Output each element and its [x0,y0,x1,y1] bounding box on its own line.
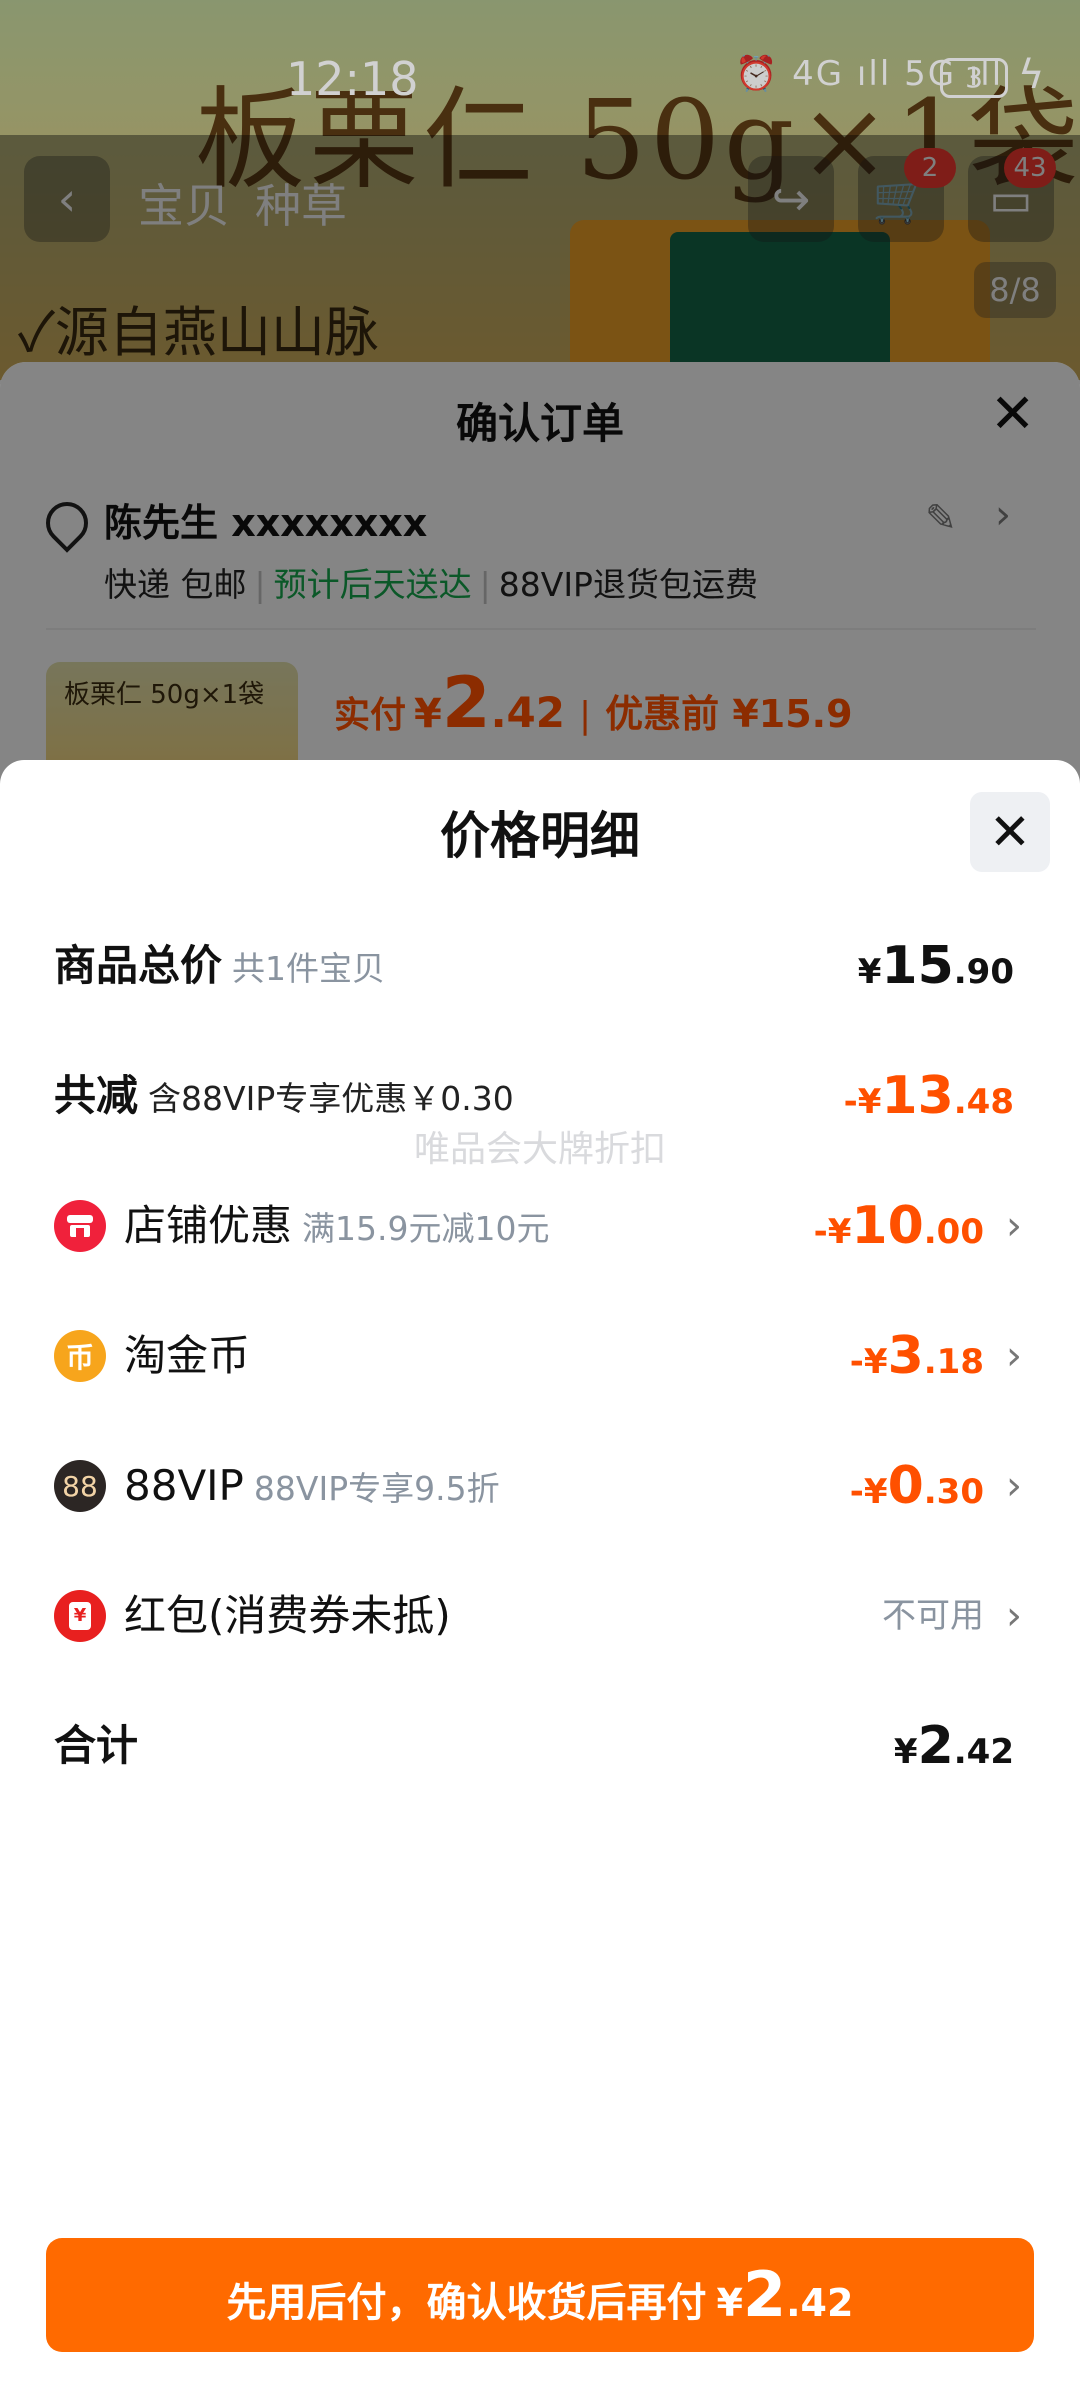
amount-int: 0 [887,1456,924,1516]
currency-symbol: ¥ [893,1732,918,1772]
shop-icon [54,1200,106,1252]
amount-int: 2 [917,1716,954,1776]
pay-button-currency: ¥ [716,2281,743,2325]
shop-discount-label-text: 店铺优惠 [124,1201,293,1250]
amount-int: 13 [881,1066,954,1126]
amount-int: 3 [887,1326,924,1386]
amount-dec: .42 [953,1732,1014,1772]
row-grand-total: 合计 ¥2.42 [0,1706,1080,1786]
total-discount-label-text: 共减 [54,1071,139,1120]
currency-symbol: ¥ [857,952,882,992]
pay-later-button[interactable]: 先用后付，确认收货后再付 ¥2.42 [46,2238,1034,2352]
amount-dec: .00 [923,1212,984,1252]
pay-button-text: 先用后付，确认收货后再付 [226,2280,707,2326]
amount-dec: .30 [923,1472,984,1512]
price-detail-sheet: 价格明细 ✕ 商品总价 共1件宝贝 ¥15.90 共减 含88VIP专享优惠￥0.3… [0,760,1080,2400]
red-packet-label: 红包(消费券未抵) [124,1591,451,1640]
row-taojinbi[interactable]: 币 淘金币 -¥3.18 › [0,1316,1080,1396]
subtotal-label: 商品总价 共1件宝贝 [54,926,385,1006]
chevron-right-icon: › [1006,1463,1022,1509]
status-dim [0,0,1080,135]
red-packet-status: 不可用 [882,1596,984,1636]
88vip-label: 88VIP 88VIP专享9.5折 [124,1446,500,1526]
amount-dec: .90 [953,952,1014,992]
shop-glyph [67,1215,93,1237]
88vip-amount: -¥0.30 [850,1446,984,1526]
price-detail-title: 价格明细 [440,807,640,865]
chevron-right-icon: › [1006,1333,1022,1379]
coin-icon: 币 [54,1330,106,1382]
shop-discount-amount: -¥10.00 [814,1186,984,1266]
vip-discount-note: 含88VIP专享优惠￥0.30 [148,1079,514,1118]
subtotal-label-text: 商品总价 [54,941,223,990]
amount-dec: .18 [923,1342,984,1382]
88vip-icon: 88 [54,1460,106,1512]
amount-int: 10 [851,1196,924,1256]
chevron-right-icon: › [1006,1203,1022,1249]
row-subtotal: 商品总价 共1件宝贝 ¥15.90 [0,926,1080,1006]
pay-button-amount-dec: .42 [786,2281,854,2325]
currency-symbol: -¥ [843,1082,882,1122]
subtotal-count: 共1件宝贝 [232,949,386,988]
taojinbi-amount: -¥3.18 [850,1316,984,1396]
currency-symbol: -¥ [849,1342,888,1382]
red-packet-icon: ¥ [54,1590,106,1642]
subtotal-amount: ¥15.90 [858,926,1014,1006]
currency-symbol: -¥ [813,1212,852,1252]
row-shop-discount[interactable]: 店铺优惠 满15.9元减10元 -¥10.00 › [0,1186,1080,1266]
row-red-packet[interactable]: ¥ 红包(消费券未抵) 不可用 › [0,1576,1080,1656]
shop-discount-rule: 满15.9元减10元 [302,1209,550,1248]
red-packet-glyph: ¥ [69,1602,91,1630]
watermark-text: 唯品会大牌折扣 [413,1129,666,1170]
currency-symbol: -¥ [849,1472,888,1512]
88vip-rule: 88VIP专享9.5折 [253,1469,500,1508]
grand-total-label: 合计 [54,1721,139,1770]
88vip-label-text: 88VIP [124,1461,244,1510]
row-88vip[interactable]: 88 88VIP 88VIP专享9.5折 -¥0.30 › [0,1446,1080,1526]
chevron-right-icon: › [1006,1593,1022,1639]
amount-int: 15 [881,936,954,996]
taojinbi-label: 淘金币 [124,1331,251,1380]
pay-button-amount-int: 2 [742,2258,787,2331]
close-icon: ✕ [989,803,1031,861]
shop-discount-label: 店铺优惠 满15.9元减10元 [124,1186,549,1266]
amount-dec: .48 [953,1082,1014,1122]
price-detail-close-button[interactable]: ✕ [970,792,1050,872]
grand-total-amount: ¥2.42 [894,1706,1014,1786]
